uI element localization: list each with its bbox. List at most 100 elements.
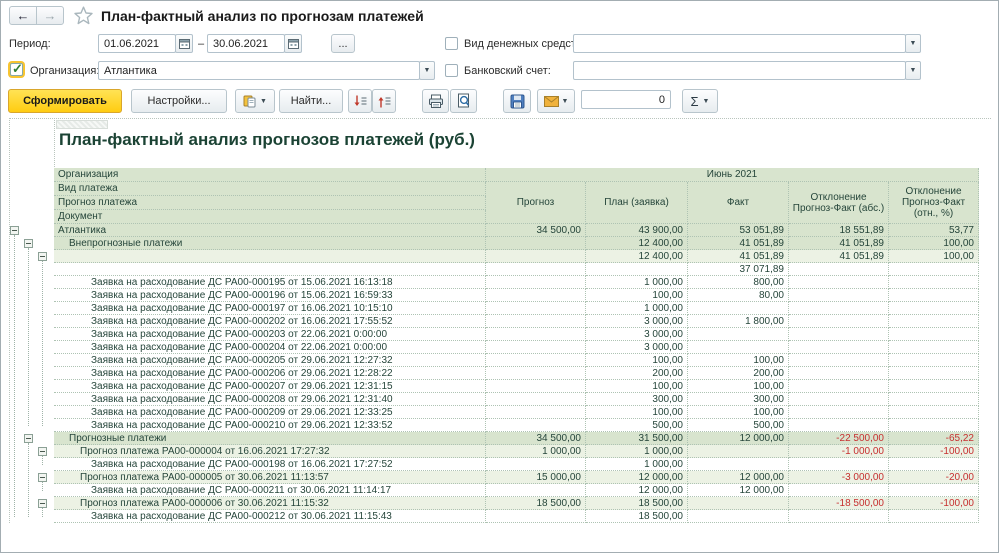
value-cell[interactable] xyxy=(688,497,789,510)
value-cell[interactable]: 41 051,89 xyxy=(789,237,889,250)
value-cell[interactable]: 100,00 xyxy=(586,406,688,419)
value-cell[interactable]: -1 000,00 xyxy=(789,445,889,458)
value-cell[interactable]: -20,00 xyxy=(889,471,979,484)
value-cell[interactable] xyxy=(889,484,979,497)
value-cell[interactable]: 500,00 xyxy=(586,419,688,432)
value-cell[interactable]: 1 000,00 xyxy=(586,445,688,458)
row-label-cell[interactable]: Заявка на расходование ДС РА00-000212 от… xyxy=(54,510,486,523)
value-cell[interactable]: 3 000,00 xyxy=(586,315,688,328)
value-cell[interactable] xyxy=(789,289,889,302)
row-label-cell[interactable] xyxy=(54,250,486,263)
row-label-cell[interactable] xyxy=(54,263,486,276)
value-cell[interactable] xyxy=(789,302,889,315)
value-cell[interactable]: 41 051,89 xyxy=(688,250,789,263)
value-cell[interactable] xyxy=(486,328,586,341)
value-cell[interactable]: 100,00 xyxy=(586,380,688,393)
value-cell[interactable]: 300,00 xyxy=(688,393,789,406)
value-cell[interactable] xyxy=(486,354,586,367)
value-cell[interactable] xyxy=(889,263,979,276)
value-cell[interactable]: 1 800,00 xyxy=(688,315,789,328)
value-cell[interactable]: 100,00 xyxy=(688,380,789,393)
value-cell[interactable]: -22 500,00 xyxy=(789,432,889,445)
value-cell[interactable] xyxy=(688,302,789,315)
tree-collapse-toggle[interactable] xyxy=(24,434,33,443)
value-cell[interactable] xyxy=(789,367,889,380)
value-cell[interactable]: 18 551,89 xyxy=(789,224,889,237)
tree-collapse-toggle[interactable] xyxy=(38,473,47,482)
value-cell[interactable]: 12 400,00 xyxy=(586,250,688,263)
row-label-cell[interactable]: Заявка на расходование ДС РА00-000203 от… xyxy=(54,328,486,341)
value-cell[interactable]: 31 500,00 xyxy=(586,432,688,445)
value-cell[interactable] xyxy=(789,406,889,419)
value-cell[interactable]: 500,00 xyxy=(688,419,789,432)
value-cell[interactable] xyxy=(889,380,979,393)
value-cell[interactable] xyxy=(688,341,789,354)
value-cell[interactable] xyxy=(789,276,889,289)
column-header[interactable]: План (заявка) xyxy=(586,182,688,224)
value-cell[interactable] xyxy=(889,289,979,302)
value-cell[interactable] xyxy=(486,341,586,354)
header-row-label[interactable]: Вид платежа xyxy=(54,182,486,196)
header-row-label[interactable]: Организация xyxy=(54,168,486,182)
row-label-cell[interactable]: Заявка на расходование ДС РА00-000205 от… xyxy=(54,354,486,367)
value-cell[interactable]: -100,00 xyxy=(889,497,979,510)
value-cell[interactable]: -100,00 xyxy=(889,445,979,458)
value-cell[interactable]: 800,00 xyxy=(688,276,789,289)
row-label-cell[interactable]: Заявка на расходование ДС РА00-000202 от… xyxy=(54,315,486,328)
column-header[interactable]: Отклонение Прогноз-Факт (отн., %) xyxy=(889,182,979,224)
row-label-cell[interactable]: Заявка на расходование ДС РА00-000198 от… xyxy=(54,458,486,471)
value-cell[interactable] xyxy=(486,250,586,263)
value-cell[interactable] xyxy=(486,367,586,380)
value-cell[interactable] xyxy=(889,406,979,419)
value-cell[interactable] xyxy=(889,315,979,328)
value-cell[interactable]: 3 000,00 xyxy=(586,328,688,341)
value-cell[interactable] xyxy=(789,341,889,354)
value-cell[interactable] xyxy=(486,419,586,432)
value-cell[interactable]: 43 900,00 xyxy=(586,224,688,237)
value-cell[interactable] xyxy=(789,315,889,328)
value-cell[interactable]: 41 051,89 xyxy=(688,237,789,250)
value-cell[interactable] xyxy=(889,393,979,406)
value-cell[interactable]: 300,00 xyxy=(586,393,688,406)
value-cell[interactable]: 12 000,00 xyxy=(688,484,789,497)
value-cell[interactable] xyxy=(789,328,889,341)
row-label-cell[interactable]: Прогноз платежа РА00-000006 от 30.06.202… xyxy=(54,497,486,510)
row-label-cell[interactable]: Заявка на расходование ДС РА00-000211 от… xyxy=(54,484,486,497)
value-cell[interactable] xyxy=(486,263,586,276)
row-label-cell[interactable]: Прогноз платежа РА00-000005 от 30.06.202… xyxy=(54,471,486,484)
value-cell[interactable] xyxy=(789,393,889,406)
value-cell[interactable] xyxy=(486,393,586,406)
value-cell[interactable]: 100,00 xyxy=(586,289,688,302)
row-label-cell[interactable]: Заявка на расходование ДС РА00-000208 от… xyxy=(54,393,486,406)
value-cell[interactable] xyxy=(889,276,979,289)
value-cell[interactable] xyxy=(789,263,889,276)
value-cell[interactable] xyxy=(486,302,586,315)
value-cell[interactable]: 100,00 xyxy=(889,250,979,263)
value-cell[interactable]: 34 500,00 xyxy=(486,224,586,237)
value-cell[interactable] xyxy=(889,367,979,380)
column-header[interactable]: Прогноз xyxy=(486,182,586,224)
tree-collapse-toggle[interactable] xyxy=(38,252,47,261)
value-cell[interactable] xyxy=(889,510,979,523)
value-cell[interactable]: 200,00 xyxy=(688,367,789,380)
tree-collapse-toggle[interactable] xyxy=(10,226,19,235)
tree-collapse-toggle[interactable] xyxy=(24,239,33,248)
value-cell[interactable] xyxy=(889,354,979,367)
value-cell[interactable] xyxy=(688,328,789,341)
row-label-cell[interactable]: Заявка на расходование ДС РА00-000197 от… xyxy=(54,302,486,315)
value-cell[interactable] xyxy=(789,510,889,523)
row-label-cell[interactable]: Заявка на расходование ДС РА00-000209 от… xyxy=(54,406,486,419)
value-cell[interactable]: 18 500,00 xyxy=(586,497,688,510)
period-column-header[interactable]: Июнь 2021 xyxy=(486,168,979,182)
value-cell[interactable]: 37 071,89 xyxy=(688,263,789,276)
value-cell[interactable]: -18 500,00 xyxy=(789,497,889,510)
column-header[interactable]: Факт xyxy=(688,182,789,224)
value-cell[interactable]: 12 400,00 xyxy=(586,237,688,250)
value-cell[interactable]: 1 000,00 xyxy=(586,458,688,471)
value-cell[interactable]: 53,77 xyxy=(889,224,979,237)
value-cell[interactable] xyxy=(889,458,979,471)
value-cell[interactable] xyxy=(486,458,586,471)
column-header[interactable]: Отклонение Прогноз-Факт (абс.) xyxy=(789,182,889,224)
value-cell[interactable]: 1 000,00 xyxy=(586,302,688,315)
value-cell[interactable] xyxy=(688,445,789,458)
